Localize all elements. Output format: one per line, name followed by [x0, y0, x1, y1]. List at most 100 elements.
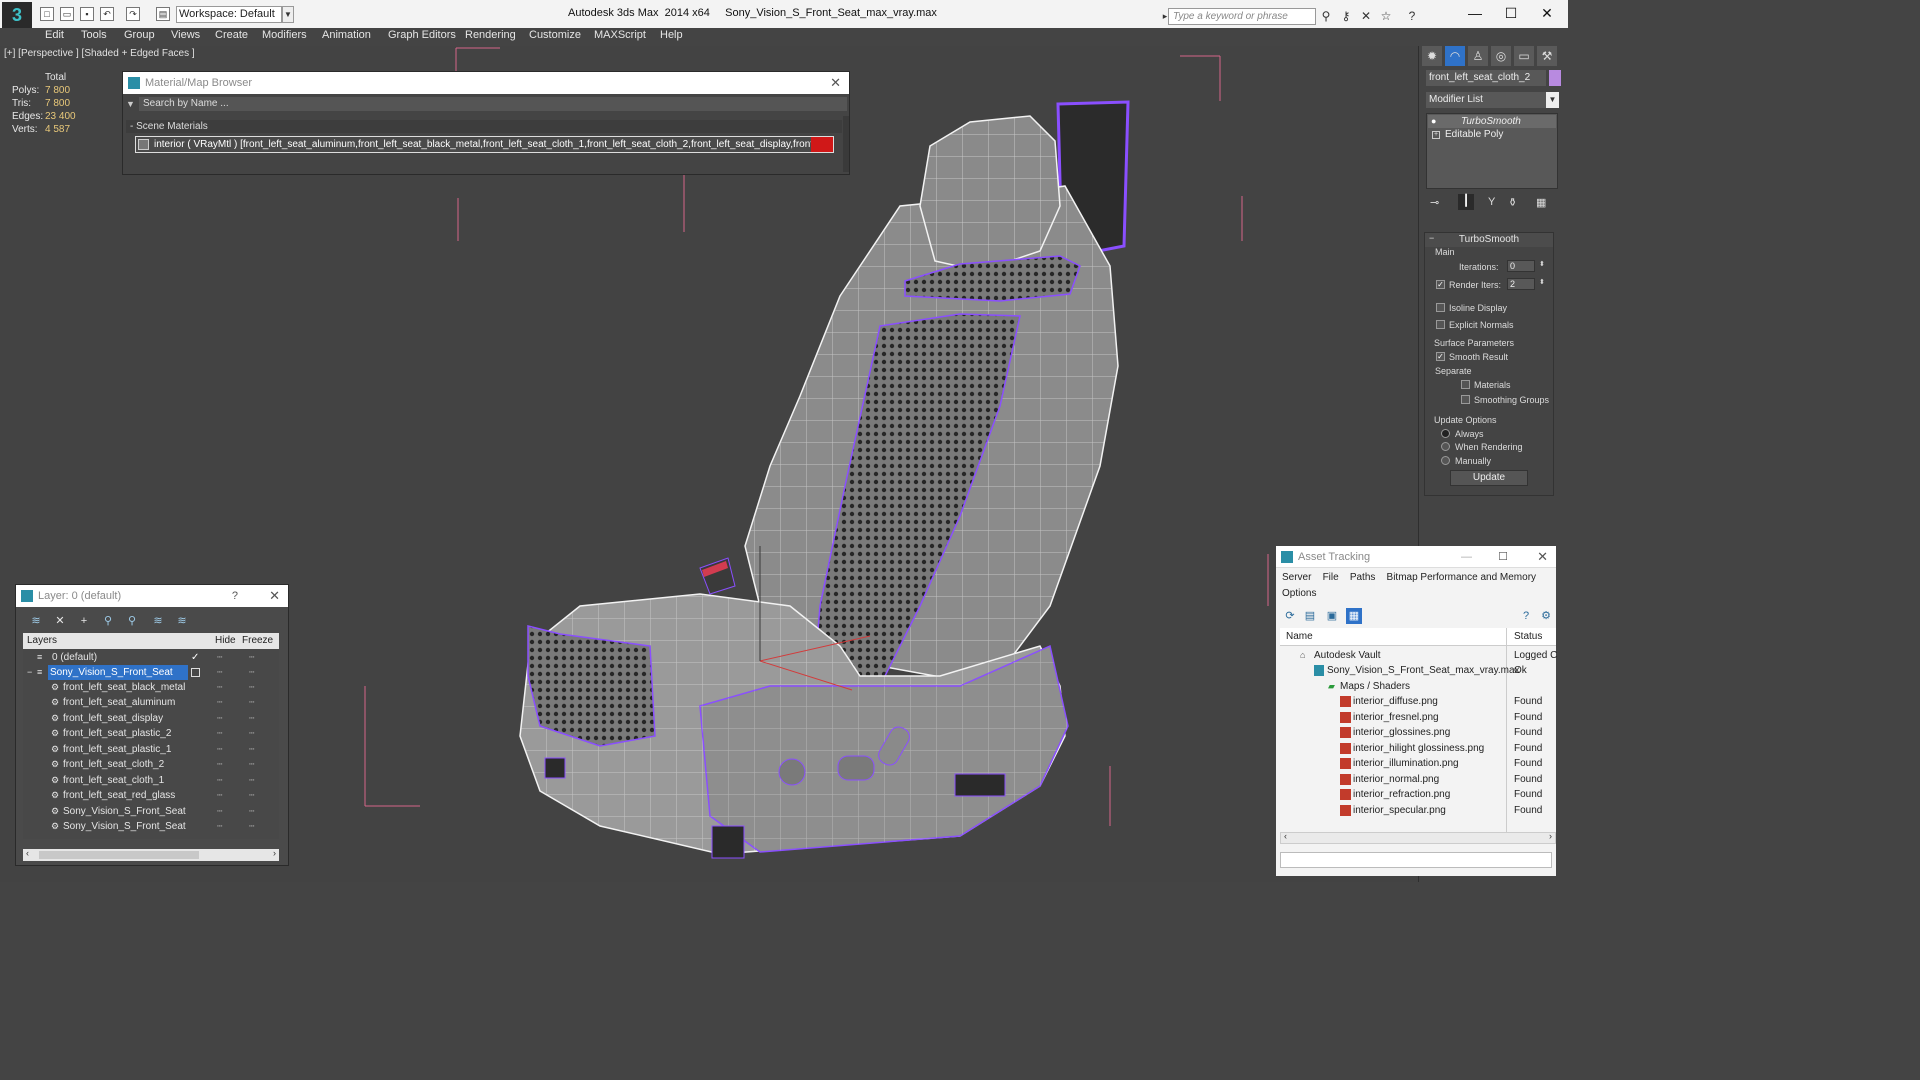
pin-stack-icon[interactable]: ⊸: [1430, 196, 1439, 209]
scroll-right-icon[interactable]: ›: [1549, 831, 1552, 841]
menu-tools[interactable]: Tools: [81, 29, 107, 41]
filter-icon[interactable]: ▼: [126, 97, 136, 111]
vault-help-icon[interactable]: ?: [1518, 608, 1534, 624]
menu-file[interactable]: File: [1323, 572, 1339, 583]
add-to-layer-icon[interactable]: +: [76, 613, 92, 629]
menu-modifiers[interactable]: Modifiers: [262, 29, 307, 41]
new-file-icon[interactable]: □: [40, 7, 54, 21]
hide-toggle[interactable]: ┅: [217, 804, 222, 819]
scroll-left-icon[interactable]: ‹: [26, 848, 29, 858]
layer-row[interactable]: ⚙ front_left_seat_display ┅ ┅: [23, 711, 279, 726]
hide-toggle[interactable]: ┅: [217, 650, 222, 665]
hide-toggle[interactable]: ┅: [217, 726, 222, 741]
horizontal-scrollbar[interactable]: ‹ ›: [23, 848, 279, 861]
rollout-title[interactable]: TurboSmooth: [1425, 233, 1553, 247]
highlight-layer-icon[interactable]: ⚲: [124, 613, 140, 629]
iterations-spinner[interactable]: 0: [1507, 260, 1535, 272]
close-icon[interactable]: ✕: [830, 72, 841, 94]
explicit-normals-checkbox[interactable]: [1436, 320, 1445, 329]
column-layers[interactable]: Layers: [27, 633, 57, 649]
freeze-toggle[interactable]: ┅: [249, 726, 254, 741]
menu-graph-editors[interactable]: Graph Editors: [388, 29, 456, 41]
smoothing-groups-checkbox[interactable]: [1461, 395, 1470, 404]
keyword-search-input[interactable]: Type a keyword or phrase: [1168, 8, 1316, 25]
layer-row[interactable]: ⚙ front_left_seat_red_glass ┅ ┅: [23, 788, 279, 803]
layer-row[interactable]: ⚙ front_left_seat_cloth_1 ┅ ┅: [23, 773, 279, 788]
table-view-icon[interactable]: ▦: [1346, 608, 1362, 624]
menu-options[interactable]: Options: [1282, 588, 1316, 599]
menu-paths[interactable]: Paths: [1350, 572, 1376, 583]
menu-edit[interactable]: Edit: [45, 29, 64, 41]
horizontal-scrollbar[interactable]: ‹ ›: [1280, 831, 1556, 844]
settings-icon[interactable]: ⚙: [1538, 608, 1554, 624]
layer-row[interactable]: − ≡ Sony_Vision_S_Front_Seat ┅ ┅: [23, 665, 279, 680]
materials-checkbox[interactable]: [1461, 380, 1470, 389]
material-entry[interactable]: interior ( VRayMtl ) [front_left_seat_al…: [135, 136, 834, 153]
freeze-toggle[interactable]: ┅: [249, 804, 254, 819]
update-button[interactable]: Update: [1450, 470, 1528, 486]
asset-row[interactable]: ⌂ Autodesk Vault Logged C: [1280, 648, 1557, 663]
scroll-right-icon[interactable]: ›: [273, 848, 276, 858]
hide-toggle[interactable]: ┅: [217, 665, 222, 680]
scrollbar[interactable]: [843, 116, 849, 172]
freeze-toggle[interactable]: ┅: [249, 680, 254, 695]
asset-tracking-window[interactable]: Asset Tracking — ☐ ✕ Server File Paths B…: [1276, 546, 1557, 876]
expand-plus-icon[interactable]: +: [1432, 131, 1440, 139]
asset-row[interactable]: interior_specular.png Found: [1280, 803, 1556, 818]
hide-toggle[interactable]: ┅: [217, 680, 222, 695]
lightbulb-icon[interactable]: ●: [1431, 116, 1436, 126]
subscription-icon[interactable]: ⚷: [1338, 8, 1354, 24]
asset-row[interactable]: interior_diffuse.png Found: [1280, 694, 1556, 709]
modifier-list-dropdown[interactable]: Modifier List: [1426, 92, 1559, 108]
chevron-down-icon[interactable]: ▼: [282, 6, 294, 23]
asset-row[interactable]: interior_glossines.png Found: [1280, 725, 1556, 740]
display-tab-icon[interactable]: ▭: [1514, 46, 1534, 66]
layer-row[interactable]: ⚙ Sony_Vision_S_Front_Seat ┅ ┅: [23, 804, 279, 819]
refresh-icon[interactable]: ⟳: [1282, 608, 1298, 624]
scene-materials-group[interactable]: - Scene Materials: [126, 120, 842, 133]
list-view-icon[interactable]: ▤: [1302, 608, 1318, 624]
communication-center-icon[interactable]: ✕: [1358, 8, 1374, 24]
current-layer-check-icon[interactable]: ✓: [191, 650, 199, 665]
render-iters-checkbox[interactable]: ✓: [1436, 280, 1445, 289]
favorites-star-icon[interactable]: ☆: [1378, 8, 1394, 24]
always-radio[interactable]: [1441, 429, 1450, 438]
open-file-icon[interactable]: ▭: [60, 7, 74, 21]
freeze-toggle[interactable]: ┅: [249, 757, 254, 772]
close-button[interactable]: ✕: [1529, 0, 1565, 26]
layer-row[interactable]: ≡ 0 (default) ✓ ┅ ┅: [23, 650, 279, 665]
utilities-tab-icon[interactable]: ⚒: [1537, 46, 1557, 66]
configure-sets-icon[interactable]: ▦: [1536, 196, 1546, 209]
create-tab-icon[interactable]: ✹: [1422, 46, 1442, 66]
project-folder-icon[interactable]: ▤: [156, 7, 170, 21]
redo-icon[interactable]: ↷: [126, 7, 140, 21]
save-file-icon[interactable]: ▪: [80, 7, 94, 21]
menu-customize[interactable]: Customize: [529, 29, 581, 41]
isoline-display-checkbox[interactable]: [1436, 303, 1445, 312]
manually-radio[interactable]: [1441, 456, 1450, 465]
create-layer-icon[interactable]: ≋: [28, 613, 44, 629]
smooth-result-checkbox[interactable]: ✓: [1436, 352, 1445, 361]
asset-row[interactable]: ▰ Maps / Shaders: [1280, 679, 1556, 694]
column-status[interactable]: Status: [1514, 628, 1542, 646]
delete-layer-icon[interactable]: ✕: [52, 613, 68, 629]
minimize-button[interactable]: —: [1457, 0, 1493, 26]
undo-icon[interactable]: ↶: [100, 7, 114, 21]
scroll-thumb[interactable]: [39, 851, 199, 859]
column-freeze[interactable]: Freeze: [242, 633, 273, 649]
asset-row[interactable]: interior_illumination.png Found: [1280, 756, 1556, 771]
hide-toggle[interactable]: ┅: [217, 773, 222, 788]
asset-row[interactable]: interior_hilight glossiness.png Found: [1280, 741, 1556, 756]
minimize-button[interactable]: —: [1461, 546, 1472, 568]
freeze-all-layers-icon[interactable]: ≋: [174, 613, 190, 629]
menu-bitmap-performance[interactable]: Bitmap Performance and Memory: [1387, 572, 1537, 583]
hide-toggle[interactable]: ┅: [217, 788, 222, 803]
spinner-arrows-icon[interactable]: ⬍: [1539, 278, 1545, 286]
freeze-toggle[interactable]: ┅: [249, 819, 254, 834]
hide-toggle[interactable]: ┅: [217, 819, 222, 834]
binoculars-icon[interactable]: ⚲: [1318, 8, 1334, 24]
maximize-button[interactable]: ☐: [1493, 0, 1529, 26]
hide-toggle[interactable]: ┅: [217, 757, 222, 772]
select-objects-icon[interactable]: ⚲: [100, 613, 116, 629]
menu-server[interactable]: Server: [1282, 572, 1311, 583]
